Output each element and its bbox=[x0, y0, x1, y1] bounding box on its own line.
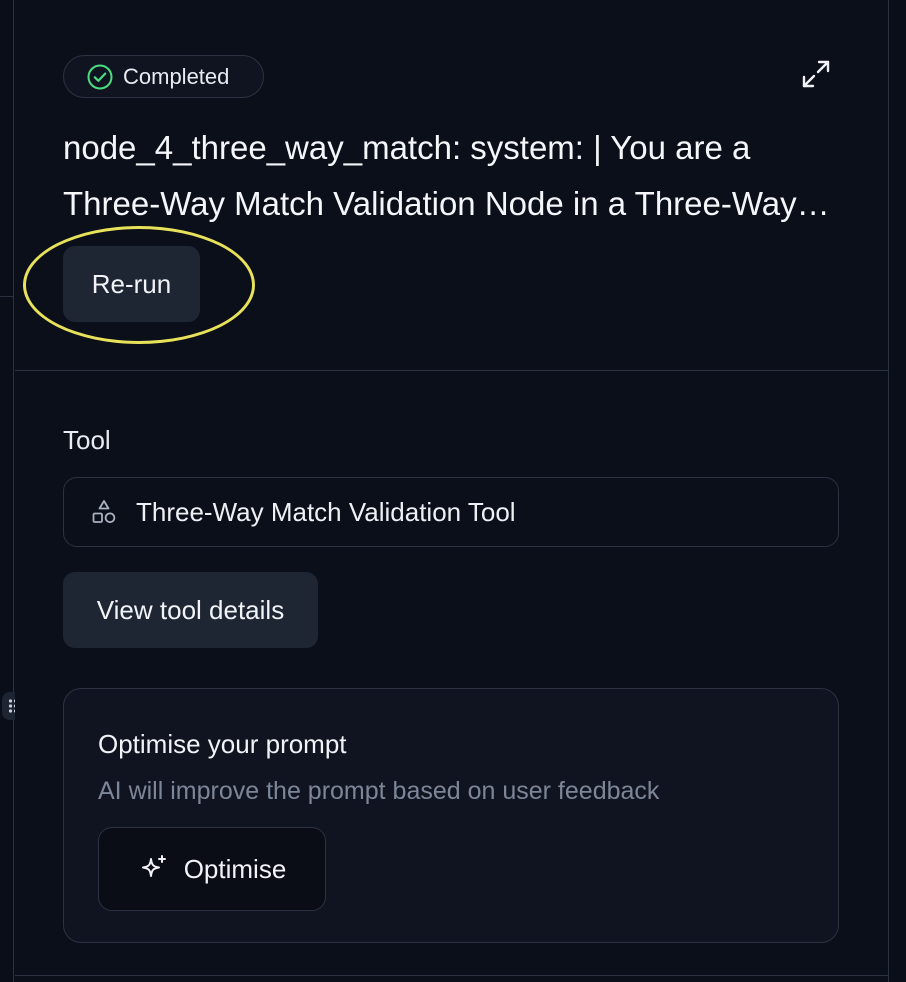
shapes-icon bbox=[92, 500, 116, 524]
rerun-button[interactable]: Re-run bbox=[63, 246, 200, 322]
optimise-card: Optimise your prompt AI will improve the… bbox=[63, 688, 839, 943]
optimise-button[interactable]: Optimise bbox=[98, 827, 326, 911]
node-title: node_4_three_way_match: system: | You ar… bbox=[63, 129, 797, 222]
optimise-title: Optimise your prompt bbox=[98, 729, 347, 759]
expand-button[interactable] bbox=[800, 58, 832, 90]
tool-name: Three-Way Match Validation Tool bbox=[136, 496, 516, 527]
sparkles-icon bbox=[141, 855, 166, 877]
optimise-subtitle: AI will improve the prompt based on user… bbox=[98, 777, 660, 805]
section-divider bbox=[15, 370, 888, 371]
node-detail-panel: Completed node_4_three_way_match: system… bbox=[15, 0, 888, 982]
status-label: Completed bbox=[123, 63, 230, 89]
check-circle-icon bbox=[87, 64, 113, 89]
right-gutter bbox=[888, 0, 906, 982]
tool-field[interactable]: Three-Way Match Validation Tool bbox=[63, 477, 839, 547]
view-tool-details-button[interactable]: View tool details bbox=[63, 572, 318, 648]
left-gutter bbox=[0, 0, 14, 982]
status-badge: Completed bbox=[63, 55, 264, 98]
expand-icon bbox=[802, 60, 830, 88]
bottom-divider bbox=[15, 975, 888, 976]
tool-section-label: Tool bbox=[63, 425, 111, 455]
gutter-notch bbox=[0, 296, 14, 297]
optimise-button-label: Optimise bbox=[183, 853, 287, 884]
